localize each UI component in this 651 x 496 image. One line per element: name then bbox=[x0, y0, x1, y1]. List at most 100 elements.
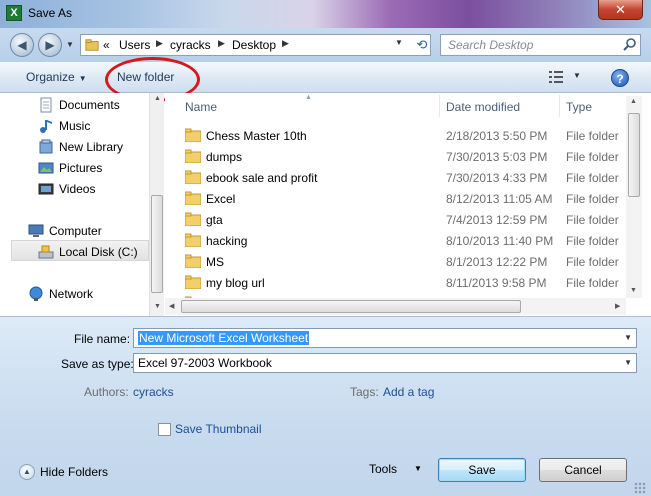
folder-icon bbox=[185, 191, 201, 205]
nav-item-new-library[interactable]: New Library bbox=[0, 136, 150, 157]
navigation-pane: Documents Music New Library Pictures Vid… bbox=[0, 93, 164, 316]
file-type: File folder bbox=[566, 234, 619, 248]
column-header-date-modified[interactable]: Date modified bbox=[446, 100, 520, 114]
save-thumbnail-checkbox[interactable] bbox=[158, 423, 171, 436]
column-divider[interactable] bbox=[559, 95, 560, 117]
recent-locations-dropdown[interactable]: ▼ bbox=[66, 40, 74, 49]
nav-item-computer[interactable]: Computer bbox=[0, 220, 150, 241]
search-input[interactable]: Search Desktop bbox=[440, 34, 641, 56]
organize-label: Organize bbox=[26, 70, 75, 84]
nav-item-network[interactable]: Network bbox=[0, 283, 150, 304]
add-tag-link[interactable]: Add a tag bbox=[383, 385, 434, 399]
chevron-down-icon[interactable]: ▼ bbox=[624, 333, 632, 342]
chevron-down-icon: ▼ bbox=[78, 74, 87, 83]
save-as-type-select[interactable]: Excel 97-2003 Workbook ▼ bbox=[133, 353, 637, 373]
videos-icon bbox=[38, 183, 54, 195]
scrollbar-thumb[interactable] bbox=[151, 195, 163, 293]
scrollbar-thumb[interactable] bbox=[628, 113, 640, 197]
file-date: 7/4/2013 12:59 PM bbox=[446, 213, 548, 227]
local-disk-icon bbox=[38, 245, 54, 259]
refresh-icon[interactable]: ⟲ bbox=[413, 36, 431, 54]
save-thumbnail-label[interactable]: Save Thumbnail bbox=[175, 422, 262, 436]
file-date: 7/30/2013 5:03 PM bbox=[446, 150, 548, 164]
save-as-type-label: Save as type: bbox=[61, 357, 134, 371]
file-date: 2/18/2013 5:50 PM bbox=[446, 129, 548, 143]
file-name-input[interactable]: New Microsoft Excel Worksheet ▼ bbox=[133, 328, 637, 348]
close-button[interactable]: ✕ bbox=[598, 0, 643, 20]
file-row[interactable]: my blog url 8/11/2013 9:58 PM File folde… bbox=[165, 272, 627, 293]
nav-item-pictures[interactable]: Pictures bbox=[0, 157, 150, 178]
forward-button[interactable]: ▶ bbox=[38, 33, 62, 57]
file-name-label: File name: bbox=[74, 332, 131, 346]
folder-icon bbox=[185, 233, 201, 247]
column-header-type[interactable]: Type bbox=[566, 100, 592, 114]
scroll-left-icon[interactable]: ◀ bbox=[169, 302, 174, 310]
nav-item-documents[interactable]: Documents bbox=[0, 94, 150, 115]
search-icon[interactable] bbox=[622, 37, 638, 53]
view-options-dropdown-icon[interactable]: ▼ bbox=[573, 71, 581, 80]
nav-item-label: Computer bbox=[49, 224, 102, 238]
authors-label: Authors: bbox=[84, 385, 129, 399]
back-button[interactable]: ◀ bbox=[10, 33, 34, 57]
resize-grip[interactable] bbox=[634, 482, 646, 494]
file-row[interactable]: Chess Master 10th 2/18/2013 5:50 PM File… bbox=[165, 125, 627, 146]
save-as-type-value: Excel 97-2003 Workbook bbox=[138, 356, 272, 370]
file-row[interactable]: hacking 8/10/2013 11:40 PM File folder bbox=[165, 230, 627, 251]
chevron-down-icon[interactable]: ▼ bbox=[624, 358, 632, 367]
scroll-right-icon[interactable]: ▶ bbox=[615, 302, 620, 310]
address-dropdown-icon[interactable]: ▼ bbox=[392, 38, 406, 47]
save-button[interactable]: Save bbox=[438, 458, 526, 482]
breadcrumb-desktop[interactable]: Desktop bbox=[232, 38, 276, 52]
nav-item-label: Documents bbox=[59, 98, 120, 112]
forward-arrow-icon: ▶ bbox=[45, 38, 55, 52]
scroll-down-icon[interactable]: ▼ bbox=[154, 303, 161, 310]
chevron-down-icon[interactable]: ▼ bbox=[414, 464, 422, 473]
nav-item-music[interactable]: Music bbox=[0, 115, 150, 136]
computer-icon bbox=[28, 224, 44, 237]
breadcrumb-cyracks[interactable]: cyracks bbox=[170, 38, 211, 52]
tools-menu[interactable]: Tools bbox=[369, 462, 397, 476]
address-bar[interactable]: « Users ▶ cyracks ▶ Desktop ▶ ▼ ⟲ bbox=[80, 34, 431, 56]
scroll-up-icon[interactable]: ▲ bbox=[154, 95, 161, 102]
column-header-name[interactable]: Name bbox=[185, 100, 217, 114]
file-list: ▲ Name Date modified Type Chess Master 1… bbox=[165, 93, 651, 316]
nav-item-local-disk[interactable]: Local Disk (C:) bbox=[11, 240, 149, 261]
authors-value[interactable]: cyracks bbox=[133, 385, 174, 399]
organize-button[interactable]: Organize ▼ bbox=[26, 70, 87, 84]
file-name: my blog url bbox=[206, 276, 265, 290]
file-list-horizontal-scrollbar[interactable]: ◀ ▶ bbox=[165, 298, 626, 315]
scroll-down-icon[interactable]: ▼ bbox=[630, 287, 637, 294]
breadcrumb-overflow[interactable]: « bbox=[103, 38, 110, 52]
file-row[interactable]: MS 8/1/2013 12:22 PM File folder bbox=[165, 251, 627, 272]
breadcrumb-separator-icon[interactable]: ▶ bbox=[218, 38, 225, 49]
file-name: ebook sale and profit bbox=[206, 171, 318, 185]
music-icon bbox=[40, 120, 52, 133]
library-icon bbox=[39, 139, 53, 154]
breadcrumb-separator-icon[interactable]: ▶ bbox=[282, 38, 289, 49]
folder-icon bbox=[85, 39, 99, 51]
nav-item-videos[interactable]: Videos bbox=[0, 178, 150, 199]
file-date: 7/30/2013 4:33 PM bbox=[446, 171, 548, 185]
change-view-icon[interactable] bbox=[549, 71, 563, 83]
navigation-pane-scrollbar[interactable]: ▲ ▼ bbox=[149, 93, 164, 316]
breadcrumb-separator-icon[interactable]: ▶ bbox=[156, 38, 163, 49]
hide-folders-button[interactable]: Hide Folders bbox=[40, 465, 108, 479]
cancel-button[interactable]: Cancel bbox=[539, 458, 627, 482]
help-button[interactable]: ? bbox=[611, 69, 629, 87]
scroll-up-icon[interactable]: ▲ bbox=[630, 98, 637, 105]
file-row[interactable]: Excel 8/12/2013 11:05 AM File folder bbox=[165, 188, 627, 209]
file-row[interactable]: ebook sale and profit 7/30/2013 4:33 PM … bbox=[165, 167, 627, 188]
sort-ascending-icon: ▲ bbox=[305, 94, 312, 101]
column-divider[interactable] bbox=[439, 95, 440, 117]
file-name: Chess Master 10th bbox=[206, 129, 307, 143]
file-row[interactable]: gta 7/4/2013 12:59 PM File folder bbox=[165, 209, 627, 230]
file-row[interactable]: dumps 7/30/2013 5:03 PM File folder bbox=[165, 146, 627, 167]
folder-icon bbox=[185, 254, 201, 268]
scrollbar-thumb[interactable] bbox=[181, 300, 521, 313]
nav-item-label: Videos bbox=[59, 182, 96, 196]
nav-item-label: Pictures bbox=[59, 161, 103, 175]
collapse-up-icon[interactable]: ▲ bbox=[19, 464, 35, 480]
nav-item-label: Local Disk (C:) bbox=[59, 245, 138, 259]
file-list-vertical-scrollbar[interactable]: ▲ ▼ bbox=[626, 96, 642, 298]
breadcrumb-users[interactable]: Users bbox=[119, 38, 150, 52]
